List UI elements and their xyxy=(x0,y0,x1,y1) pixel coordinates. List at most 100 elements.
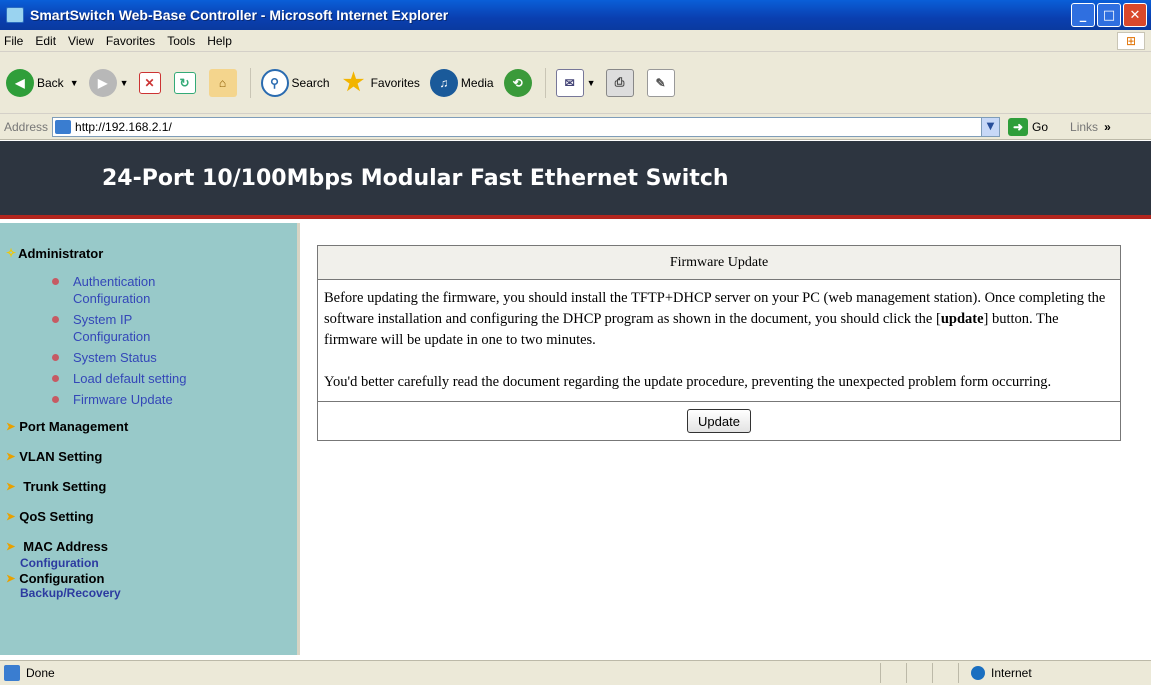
panel-body: Before updating the firmware, you should… xyxy=(318,280,1120,402)
search-label: Search xyxy=(291,75,330,90)
window-title: SmartSwitch Web-Base Controller - Micros… xyxy=(30,7,449,23)
warning-paragraph: You'd better carefully read the document… xyxy=(324,374,1052,390)
star-icon: ★ xyxy=(342,69,365,96)
go-button[interactable]: ➜ Go xyxy=(1008,117,1049,136)
back-button[interactable]: ◀ Back ▼ xyxy=(6,68,79,97)
links-label: Links xyxy=(1070,119,1099,134)
chevron-right-icon: » xyxy=(1104,119,1111,134)
browser-toolbar: ◀ Back ▼ ▶ ▼ ✕ ↻ ⌂ ⚲ Search ★ Favorites … xyxy=(0,52,1151,114)
sidebar-item-label: MAC Address xyxy=(23,538,108,554)
admin-subitems: Authentication Configuration System IP Con… xyxy=(0,273,297,408)
sidebar-item-system-status[interactable]: System Status xyxy=(0,349,297,366)
bullet-icon xyxy=(52,278,59,285)
sidebar-item-administrator[interactable]: ✧ Administrator xyxy=(0,243,297,263)
history-button[interactable]: ⟲ xyxy=(503,68,535,97)
mail-dropdown-icon[interactable]: ▼ xyxy=(587,78,596,88)
sidebar-item-system-ip-configuration[interactable]: System IP Configuration xyxy=(0,311,297,345)
sidebar-item-mac-address-sub[interactable]: Configuration xyxy=(0,556,297,570)
back-dropdown-icon[interactable]: ▼ xyxy=(70,78,79,88)
address-label: Address xyxy=(4,119,49,134)
mail-button[interactable]: ✉ ▼ xyxy=(555,68,596,97)
sidebar-item-label: System Status xyxy=(73,350,157,365)
close-icon[interactable]: ✕ xyxy=(1123,3,1147,27)
star-arrow-icon: ✧ xyxy=(6,246,17,260)
forward-button[interactable]: ▶ ▼ xyxy=(88,68,129,97)
printer-icon: ⎙ xyxy=(605,68,634,97)
sidebar-item-trunk-setting[interactable]: ➤ Trunk Setting xyxy=(0,476,297,496)
address-input[interactable]: http://192.168.2.1/ ▼ xyxy=(52,116,1001,137)
arrow-icon: ➤ xyxy=(6,510,16,523)
history-icon: ⟲ xyxy=(503,68,532,97)
instructions-bold: update xyxy=(940,311,984,327)
links-button[interactable]: Links » xyxy=(1070,120,1111,134)
maximize-icon[interactable]: □ xyxy=(1097,3,1121,27)
arrow-icon: ➤ xyxy=(6,480,16,493)
edit-button[interactable]: ✎ xyxy=(646,68,678,97)
status-bar: Done Internet xyxy=(0,660,1151,685)
forward-dropdown-icon[interactable]: ▼ xyxy=(120,78,129,88)
forward-arrow-icon: ▶ xyxy=(88,68,117,97)
minimize-icon[interactable]: _ xyxy=(1071,3,1095,27)
search-button[interactable]: ⚲ Search xyxy=(260,68,330,97)
status-panes xyxy=(880,663,958,683)
sidebar-item-configuration[interactable]: ➤ Configuration xyxy=(0,570,297,586)
update-button[interactable]: Update xyxy=(687,409,751,433)
sidebar-item-vlan-setting[interactable]: ➤ VLAN Setting xyxy=(0,446,297,466)
sidebar-item-label: Trunk Setting xyxy=(23,478,107,494)
stop-button[interactable]: ✕ xyxy=(138,71,164,94)
sidebar-item-label: Authentication Configuration xyxy=(73,273,155,307)
panel-title: Firmware Update xyxy=(318,246,1120,280)
main-content: Firmware Update Before updating the firm… xyxy=(303,223,1151,655)
security-zone: Internet xyxy=(958,663,1138,683)
sidebar-item-load-default-setting[interactable]: Load default setting xyxy=(0,370,297,387)
sidebar-item-label: Administrator xyxy=(18,245,104,261)
status-pane xyxy=(932,663,958,683)
print-button[interactable]: ⎙ xyxy=(605,68,637,97)
bullet-icon xyxy=(52,354,59,361)
favorites-label: Favorites xyxy=(370,75,420,90)
menu-help[interactable]: Help xyxy=(207,34,232,48)
favorites-button[interactable]: ★ Favorites xyxy=(340,69,420,97)
sidebar-item-qos-setting[interactable]: ➤ QoS Setting xyxy=(0,506,297,526)
sidebar-item-label: System IP Configuration xyxy=(73,311,150,345)
address-dropdown-icon[interactable]: ▼ xyxy=(981,117,1000,136)
sidebar-item-mac-address[interactable]: ➤ MAC Address xyxy=(0,536,297,556)
panel-footer: Update xyxy=(318,402,1120,440)
sidebar-item-firmware-update[interactable]: Firmware Update xyxy=(0,391,297,408)
back-arrow-icon: ◀ xyxy=(6,68,34,97)
refresh-icon: ↻ xyxy=(173,71,196,94)
status-pane xyxy=(880,663,906,683)
menu-file[interactable]: File xyxy=(4,34,23,48)
sidebar-item-authentication-configuration[interactable]: Authentication Configuration xyxy=(0,273,297,307)
ie-icon xyxy=(6,7,24,23)
media-label: Media xyxy=(460,75,494,90)
arrow-icon: ➤ xyxy=(6,572,16,585)
sidebar-item-port-management[interactable]: ➤ Port Management xyxy=(0,416,297,436)
status-text: Done xyxy=(26,666,55,680)
menu-view[interactable]: View xyxy=(68,34,94,48)
arrow-icon: ➤ xyxy=(6,450,16,463)
edit-page-icon: ✎ xyxy=(646,68,675,97)
address-url[interactable]: http://192.168.2.1/ xyxy=(75,120,172,134)
menu-edit[interactable]: Edit xyxy=(35,34,56,48)
go-label: Go xyxy=(1032,119,1049,134)
menu-tools[interactable]: Tools xyxy=(167,34,195,48)
media-button[interactable]: ♫ Media xyxy=(429,68,494,97)
toolbar-separator xyxy=(249,67,251,98)
sidebar-item-label: VLAN Setting xyxy=(19,448,103,464)
sidebar-item-configuration-sub[interactable]: Backup/Recovery xyxy=(0,586,297,600)
home-button[interactable]: ⌂ xyxy=(208,68,240,97)
label-line1: Authentication xyxy=(73,274,156,289)
label-line2: Configuration xyxy=(73,291,151,306)
zone-text: Internet xyxy=(991,666,1032,680)
sidebar-item-label: Load default setting xyxy=(73,371,187,386)
windows-logo-icon: ⊞ xyxy=(1117,32,1145,50)
menu-favorites[interactable]: Favorites xyxy=(106,34,155,48)
label-line1: System IP xyxy=(73,312,133,327)
page-done-icon xyxy=(4,665,20,681)
bullet-icon xyxy=(52,316,59,323)
status-pane xyxy=(906,663,932,683)
media-icon: ♫ xyxy=(429,68,458,97)
refresh-button[interactable]: ↻ xyxy=(173,71,199,94)
go-arrow-icon: ➜ xyxy=(1008,117,1029,136)
